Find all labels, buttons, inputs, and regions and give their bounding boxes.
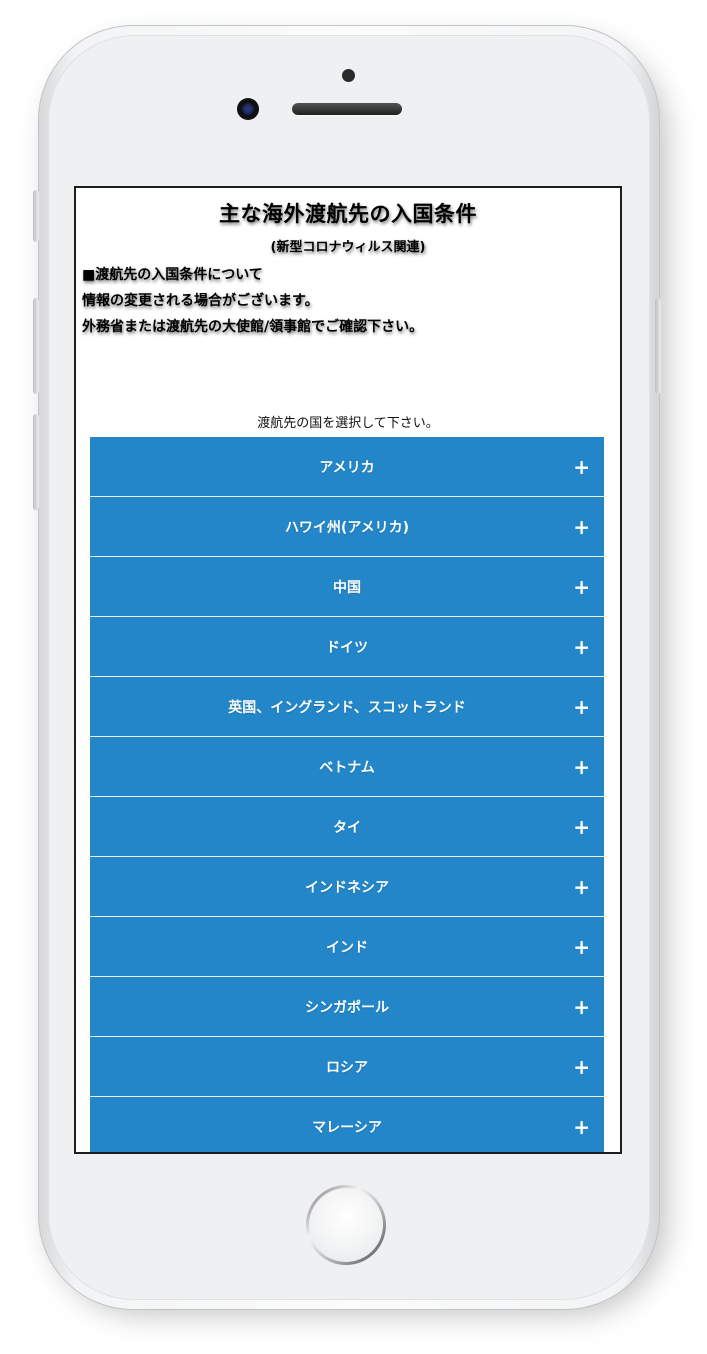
- info-line: ■渡航先の入国条件について: [82, 267, 263, 283]
- accordion-item-label: アメリカ: [319, 459, 375, 476]
- accordion-item-label: タイ: [333, 819, 361, 836]
- select-country-prompt: 渡航先の国を選択して下さい。: [257, 416, 439, 431]
- volume-up-button: [33, 298, 39, 394]
- info-line: 外務省または渡航先の大使館/領事館でご確認下さい。: [82, 319, 424, 335]
- country-accordion-list: アメリカ + ハワイ州(アメリカ) + 中国 + ドイツ + 英国、イングランド…: [90, 437, 604, 1152]
- earpiece-speaker: [292, 103, 402, 115]
- plus-icon[interactable]: +: [573, 1055, 590, 1079]
- accordion-item-india[interactable]: インド +: [90, 917, 604, 977]
- front-camera-icon: [237, 98, 259, 120]
- mute-switch: [33, 190, 39, 242]
- proximity-sensor: [342, 69, 355, 82]
- plus-icon[interactable]: +: [573, 995, 590, 1019]
- accordion-item-label: シンガポール: [305, 999, 389, 1016]
- accordion-item-label: 中国: [333, 579, 361, 596]
- page-subtitle: (新型コロナウィルス関連): [270, 240, 426, 255]
- accordion-item-indonesia[interactable]: インドネシア +: [90, 857, 604, 917]
- info-line: 情報の変更される場合がございます。: [82, 293, 319, 309]
- accordion-item-uk[interactable]: 英国、イングランド、スコットランド +: [90, 677, 604, 737]
- accordion-item-label: インド: [326, 939, 368, 956]
- home-button[interactable]: [306, 1185, 386, 1265]
- accordion-item-label: ドイツ: [326, 639, 368, 656]
- accordion-item-china[interactable]: 中国 +: [90, 557, 604, 617]
- phone-screen: 主な海外渡航先の入国条件 (新型コロナウィルス関連) ■渡航先の入国条件について…: [74, 186, 622, 1154]
- accordion-item-germany[interactable]: ドイツ +: [90, 617, 604, 677]
- volume-down-button: [33, 414, 39, 510]
- page-title: 主な海外渡航先の入国条件: [219, 202, 477, 226]
- accordion-item-label: マレーシア: [312, 1119, 382, 1136]
- accordion-item-singapore[interactable]: シンガポール +: [90, 977, 604, 1037]
- plus-icon[interactable]: +: [573, 815, 590, 839]
- accordion-item-usa[interactable]: アメリカ +: [90, 437, 604, 497]
- accordion-item-label: 英国、イングランド、スコットランド: [228, 699, 466, 716]
- power-button: [655, 298, 661, 394]
- plus-icon[interactable]: +: [573, 755, 590, 779]
- plus-icon[interactable]: +: [573, 935, 590, 959]
- plus-icon[interactable]: +: [573, 455, 590, 479]
- plus-icon[interactable]: +: [573, 515, 590, 539]
- plus-icon[interactable]: +: [573, 635, 590, 659]
- accordion-item-hawaii[interactable]: ハワイ州(アメリカ) +: [90, 497, 604, 557]
- accordion-item-malaysia[interactable]: マレーシア +: [90, 1097, 604, 1152]
- accordion-item-thailand[interactable]: タイ +: [90, 797, 604, 857]
- plus-icon[interactable]: +: [573, 575, 590, 599]
- accordion-item-label: ハワイ州(アメリカ): [284, 519, 410, 536]
- plus-icon[interactable]: +: [573, 875, 590, 899]
- accordion-item-russia[interactable]: ロシア +: [90, 1037, 604, 1097]
- plus-icon[interactable]: +: [573, 695, 590, 719]
- plus-icon[interactable]: +: [573, 1115, 590, 1139]
- accordion-item-vietnam[interactable]: ベトナム +: [90, 737, 604, 797]
- accordion-item-label: ロシア: [326, 1059, 368, 1076]
- accordion-item-label: インドネシア: [305, 879, 389, 896]
- info-notice: ■渡航先の入国条件について 情報の変更される場合がございます。 外務省または渡航…: [82, 262, 620, 340]
- accordion-item-label: ベトナム: [319, 759, 375, 776]
